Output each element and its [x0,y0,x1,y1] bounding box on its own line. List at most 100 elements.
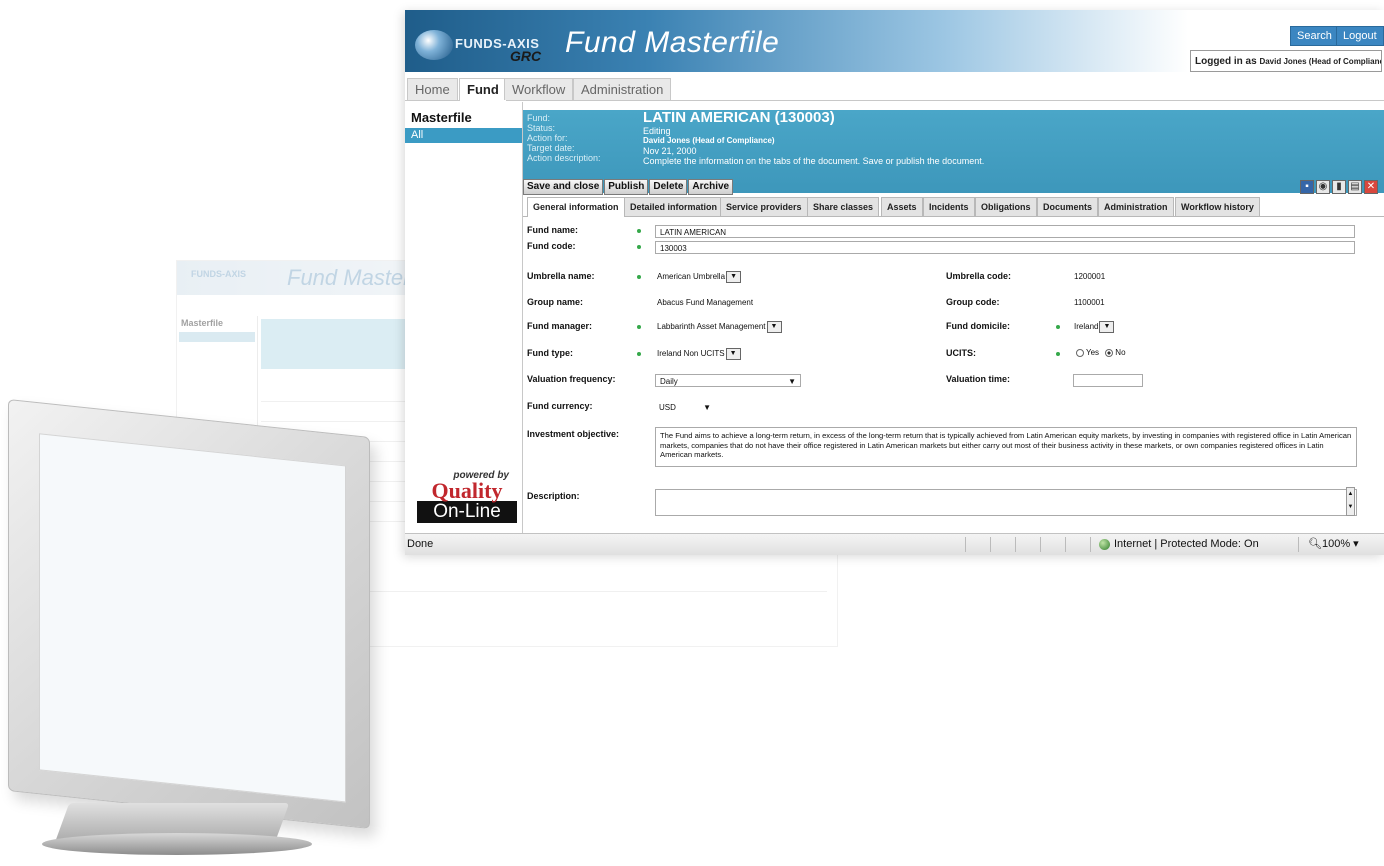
fund-name-input[interactable]: LATIN AMERICAN [655,225,1355,238]
record-status: Editing [643,126,671,136]
tab-assets[interactable]: Assets [881,197,923,216]
fund-manager-select[interactable]: Labbarinth Asset Management ▼ [657,321,782,333]
description-label: Description: [527,491,580,501]
tab-documents[interactable]: Documents [1037,197,1099,216]
investment-objective-textarea[interactable]: The Fund aims to achieve a long-term ret… [655,427,1357,467]
investment-objective-label: Investment objective: [527,429,620,439]
fund-type-select[interactable]: Ireland Non UCITS ▼ [657,348,741,360]
delete-button[interactable]: Delete [649,179,688,195]
umbrella-name-select[interactable]: American Umbrella ▼ [657,271,742,283]
umbrella-code-value: 1200001 [1074,272,1106,281]
ucits-no-label: No [1115,348,1126,357]
dropdown-arrow-icon: ▼ [788,377,796,386]
record-labels: Fund: Status: Action for: Target date: A… [527,113,601,163]
monitor-illustration [2,398,397,858]
sidebar: Masterfile All powered by Quality On-Lin… [405,102,523,547]
required-indicator [1056,352,1060,356]
tab-general-information[interactable]: General information [527,197,625,217]
tab-share-classes[interactable]: Share classes [807,197,880,216]
valuation-frequency-value: Daily [660,377,678,386]
zoom-level: 100% [1321,538,1351,550]
umbrella-name-value: American Umbrella [657,272,726,282]
sidebar-item-all[interactable]: All [405,128,522,143]
required-indicator [637,229,641,233]
label-fund: Fund: [527,113,551,123]
description-scrollbar[interactable]: ▲ ▼ [1346,487,1355,516]
background-logo: FUNDS-AXIS [191,269,247,279]
nav-tab-administration[interactable]: Administration [573,78,672,100]
valuation-frequency-label: Valuation frequency: [527,374,616,384]
monitor-screen [39,433,346,803]
internet-zone-icon [1099,538,1110,550]
save-and-close-button[interactable]: Save and close [523,179,604,195]
record-values: LATIN AMERICAN (130003) Editing David Jo… [643,110,985,166]
archive-button[interactable]: Archive [688,179,734,195]
app-logo: FUNDS-AXIS GRC [415,26,570,70]
valuation-frequency-select[interactable]: Daily ▼ [655,374,801,387]
dropdown-arrow-icon[interactable]: ▼ [725,348,741,360]
label-action-for: Action for: [527,133,568,143]
zoom-control[interactable]: 🔍︎100% ▾ [1308,534,1359,555]
sidebar-title: Masterfile [411,110,472,125]
security-zone: Internet | Protected Mode: On [1099,534,1259,555]
tab-administration[interactable]: Administration [1098,197,1174,216]
label-status: Status: [527,123,556,133]
nav-tab-home[interactable]: Home [407,78,458,100]
tab-detailed-information[interactable]: Detailed information [624,197,724,216]
close-icon[interactable]: ✕ [1364,180,1378,194]
required-indicator [637,245,641,249]
record-action-description: Complete the information on the tabs of … [643,156,985,166]
record-toolbar: Save and close Publish Delete Archive [523,176,734,195]
fund-code-input[interactable]: 130003 [655,241,1355,254]
umbrella-name-label: Umbrella name: [527,271,595,281]
label-target-date: Target date: [527,143,575,153]
monitor-frame [8,398,370,830]
logout-button[interactable]: Logout [1336,26,1384,46]
monitor-base [42,833,312,855]
dropdown-arrow-icon[interactable]: ▼ [726,271,742,283]
logged-in-prefix: Logged in as [1195,56,1257,67]
workflow-icon[interactable]: ◉ [1316,180,1330,194]
fund-manager-value: Labbarinth Asset Management [657,322,766,332]
fund-domicile-select[interactable]: Ireland ▼ [1074,321,1115,333]
record-action-for: David Jones (Head of Compliance) [643,136,775,145]
export-icon[interactable]: ▤ [1348,180,1362,194]
tab-service-providers[interactable]: Service providers [720,197,808,216]
nav-tab-fund[interactable]: Fund [459,78,507,101]
description-textarea[interactable] [655,489,1357,516]
main-nav: Home Fund Workflow Administration [405,78,1384,101]
ucits-label: UCITS: [946,348,976,358]
main-window: FUNDS-AXIS GRC Fund Masterfile Search Lo… [405,10,1384,555]
tab-workflow-history[interactable]: Workflow history [1175,197,1260,216]
fund-code-label: Fund code: [527,241,576,251]
group-name-value: Abacus Fund Management [657,298,754,307]
label-action-description: Action description: [527,153,601,163]
record-header: Fund: Status: Action for: Target date: A… [523,110,1384,195]
globe-icon [415,30,453,60]
tab-obligations[interactable]: Obligations [975,197,1037,216]
ucits-yes-radio[interactable] [1076,348,1084,357]
required-indicator [637,325,641,329]
logo-sub: GRC [510,48,542,64]
delete-icon[interactable]: ▮ [1332,180,1346,194]
valuation-time-label: Valuation time: [946,374,1011,384]
ucits-no-radio[interactable] [1105,348,1114,357]
fund-domicile-value: Ireland [1074,322,1099,332]
save-icon[interactable]: ▪ [1300,180,1314,194]
valuation-time-input[interactable] [1073,374,1143,387]
brand-quality: Quality [431,478,503,503]
status-text: Done [407,538,434,550]
dropdown-arrow-icon[interactable]: ▼ [766,321,782,333]
dropdown-arrow-icon[interactable]: ▼ [1099,321,1115,333]
ucits-radio-group: Yes No [1076,348,1126,357]
logged-in-user: David Jones (Head of Compliance) [1259,57,1382,66]
fund-currency-select[interactable]: USD ▼ [655,401,715,414]
search-button[interactable]: Search [1290,26,1339,46]
nav-tab-workflow[interactable]: Workflow [504,78,574,100]
ucits-yes-label: Yes [1086,348,1100,357]
umbrella-code-label: Umbrella code: [946,271,1012,281]
dropdown-arrow-icon: ▼ [703,403,711,412]
tab-incidents[interactable]: Incidents [923,197,975,216]
publish-button[interactable]: Publish [604,179,649,195]
required-indicator [1056,325,1060,329]
